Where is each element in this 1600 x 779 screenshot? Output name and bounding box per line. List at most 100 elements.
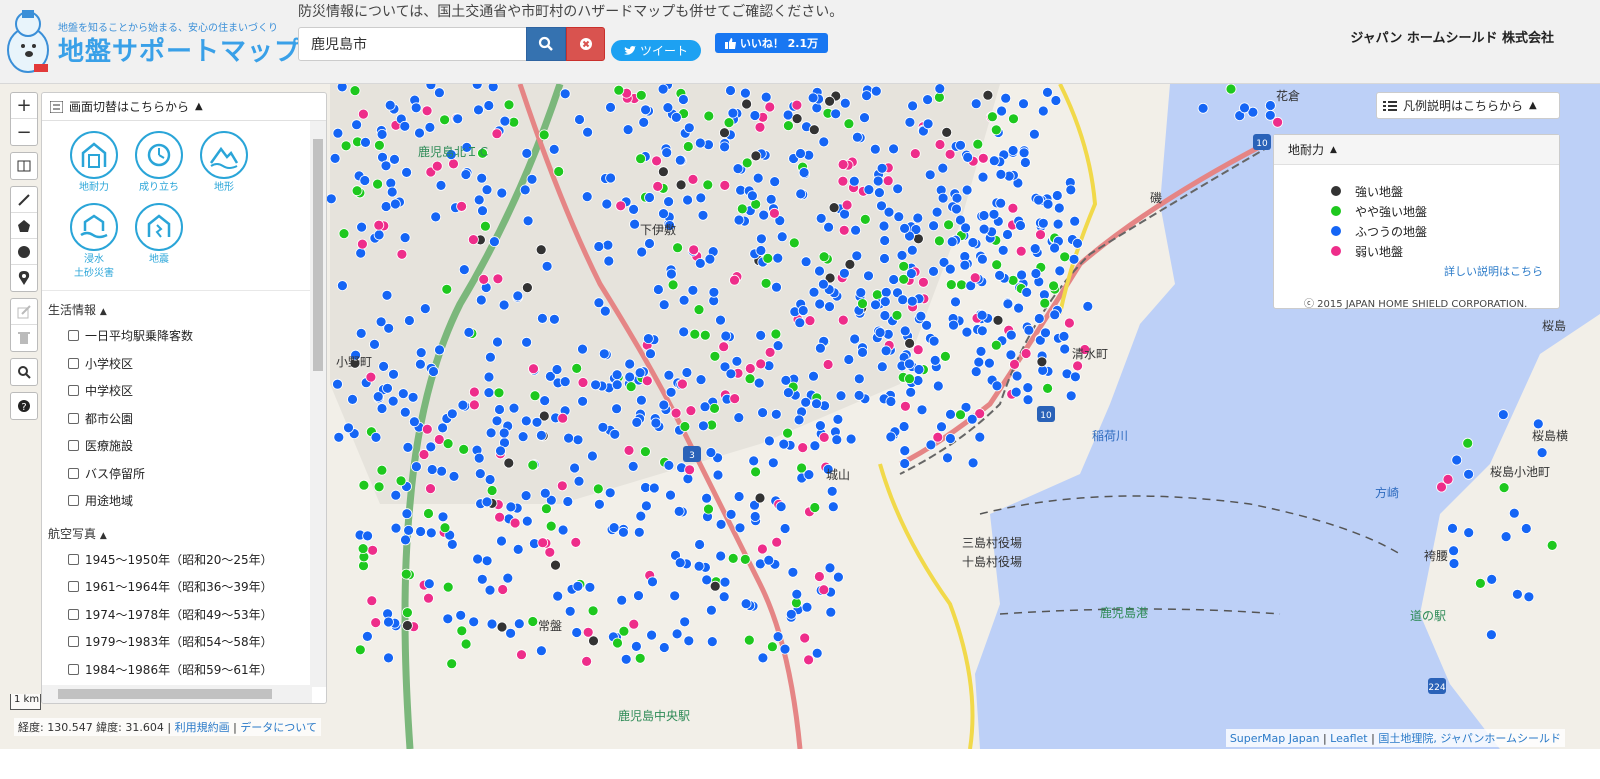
ground-survey-point[interactable] bbox=[484, 351, 496, 363]
ground-survey-point[interactable] bbox=[1042, 198, 1054, 210]
ground-survey-point[interactable] bbox=[678, 294, 690, 306]
ground-survey-point[interactable] bbox=[944, 148, 956, 160]
ground-survey-point[interactable] bbox=[885, 431, 897, 443]
ground-survey-point[interactable] bbox=[815, 342, 826, 354]
ground-survey-point[interactable] bbox=[381, 289, 393, 301]
ground-survey-point[interactable] bbox=[333, 431, 345, 443]
ground-survey-point[interactable] bbox=[855, 287, 867, 299]
ground-survey-point[interactable] bbox=[357, 108, 369, 120]
ground-survey-point[interactable] bbox=[755, 329, 767, 341]
ground-survey-point[interactable] bbox=[823, 221, 834, 233]
ground-survey-point[interactable] bbox=[1475, 577, 1486, 589]
ground-survey-point[interactable] bbox=[799, 632, 811, 644]
ground-survey-point[interactable] bbox=[988, 208, 1000, 220]
ground-survey-point[interactable] bbox=[611, 403, 622, 415]
ground-survey-point[interactable] bbox=[959, 259, 971, 271]
ground-survey-point[interactable] bbox=[481, 496, 493, 508]
scroll-thumb[interactable] bbox=[58, 689, 272, 699]
ground-survey-point[interactable] bbox=[370, 431, 382, 443]
ground-survey-point[interactable] bbox=[772, 631, 784, 642]
ground-survey-point[interactable] bbox=[870, 85, 882, 97]
checkbox[interactable] bbox=[68, 553, 79, 565]
ground-survey-point[interactable] bbox=[1497, 409, 1509, 421]
ground-survey-point[interactable] bbox=[932, 380, 944, 392]
ground-survey-point[interactable] bbox=[729, 393, 741, 405]
ground-survey-point[interactable] bbox=[509, 517, 521, 529]
ground-survey-point[interactable] bbox=[897, 294, 909, 306]
ground-survey-point[interactable] bbox=[618, 526, 629, 538]
ground-survey-point[interactable] bbox=[484, 474, 496, 485]
ground-survey-point[interactable] bbox=[681, 367, 693, 378]
ground-survey-point[interactable] bbox=[665, 386, 677, 398]
ground-survey-point[interactable] bbox=[1536, 447, 1548, 459]
ground-survey-point[interactable] bbox=[942, 452, 953, 464]
ground-survey-point[interactable] bbox=[661, 147, 673, 158]
ground-survey-point[interactable] bbox=[593, 297, 605, 309]
ground-survey-point[interactable] bbox=[473, 104, 484, 116]
ground-survey-point[interactable] bbox=[951, 203, 962, 215]
ground-survey-point[interactable] bbox=[870, 299, 881, 311]
map-search-button[interactable] bbox=[11, 359, 37, 385]
ground-survey-point[interactable] bbox=[537, 312, 548, 324]
ground-survey-point[interactable] bbox=[559, 376, 571, 388]
ground-survey-point[interactable] bbox=[1023, 324, 1035, 336]
ground-survey-point[interactable] bbox=[620, 653, 632, 665]
ground-survey-point[interactable] bbox=[990, 339, 1002, 351]
ground-survey-point[interactable] bbox=[658, 299, 670, 311]
ground-survey-point[interactable] bbox=[814, 265, 825, 277]
ground-survey-point[interactable] bbox=[1042, 86, 1053, 98]
vertical-scrollbar[interactable] bbox=[310, 121, 326, 687]
ground-survey-point[interactable] bbox=[496, 535, 507, 547]
ground-survey-point[interactable] bbox=[1532, 418, 1544, 430]
ground-survey-point[interactable] bbox=[512, 543, 524, 555]
ground-survey-point[interactable] bbox=[539, 395, 551, 407]
ground-survey-point[interactable] bbox=[359, 175, 371, 186]
ground-survey-point[interactable] bbox=[522, 215, 534, 227]
ground-survey-point[interactable] bbox=[609, 428, 621, 440]
ground-survey-point[interactable] bbox=[906, 268, 917, 279]
ground-survey-point[interactable] bbox=[658, 399, 670, 411]
ground-survey-point[interactable] bbox=[770, 408, 782, 420]
ground-survey-point[interactable] bbox=[663, 196, 674, 207]
ground-survey-point[interactable] bbox=[940, 350, 951, 362]
ground-survey-point[interactable] bbox=[446, 658, 458, 670]
ground-survey-point[interactable] bbox=[912, 212, 924, 224]
ground-survey-point[interactable] bbox=[913, 364, 925, 375]
ground-survey-point[interactable] bbox=[882, 175, 894, 187]
ground-survey-point[interactable] bbox=[912, 344, 924, 356]
ground-survey-point[interactable] bbox=[924, 169, 936, 181]
ground-survey-point[interactable] bbox=[879, 296, 891, 308]
ground-survey-point[interactable] bbox=[1049, 309, 1061, 321]
ground-survey-point[interactable] bbox=[874, 187, 885, 198]
ground-survey-point[interactable] bbox=[907, 100, 918, 112]
ground-survey-point[interactable] bbox=[701, 492, 712, 504]
ground-survey-point[interactable] bbox=[763, 554, 775, 566]
ground-survey-point[interactable] bbox=[628, 204, 639, 215]
ground-survey-point[interactable] bbox=[818, 584, 830, 596]
ground-survey-point[interactable] bbox=[408, 416, 420, 428]
ground-survey-point[interactable] bbox=[928, 335, 940, 347]
ground-survey-point[interactable] bbox=[934, 84, 946, 94]
ground-survey-point[interactable] bbox=[458, 443, 470, 455]
ground-survey-point[interactable] bbox=[635, 153, 646, 165]
ground-survey-point[interactable] bbox=[764, 435, 775, 447]
ground-survey-point[interactable] bbox=[844, 258, 856, 270]
ground-survey-point[interactable] bbox=[771, 536, 783, 548]
ground-survey-point[interactable] bbox=[635, 510, 647, 522]
ground-survey-point[interactable] bbox=[446, 538, 458, 550]
ground-survey-point[interactable] bbox=[351, 119, 363, 131]
ground-survey-point[interactable] bbox=[839, 208, 850, 220]
ground-survey-point[interactable] bbox=[1463, 468, 1474, 480]
ground-survey-point[interactable] bbox=[1462, 437, 1474, 449]
checkbox[interactable] bbox=[68, 663, 79, 675]
checkbox[interactable] bbox=[68, 581, 79, 593]
ground-survey-point[interactable] bbox=[481, 555, 493, 567]
legend-toggle-button[interactable]: 凡例説明はこちらから ▲ bbox=[1376, 92, 1560, 119]
ground-survey-point[interactable] bbox=[922, 94, 933, 106]
ground-survey-point[interactable] bbox=[757, 652, 769, 664]
ground-survey-point[interactable] bbox=[852, 131, 863, 143]
ground-survey-point[interactable] bbox=[572, 580, 584, 592]
layer-checkbox-row[interactable]: 一日平均駅乗降客数 bbox=[42, 322, 312, 350]
ground-survey-point[interactable] bbox=[473, 194, 485, 206]
ground-survey-point[interactable] bbox=[1053, 202, 1065, 214]
